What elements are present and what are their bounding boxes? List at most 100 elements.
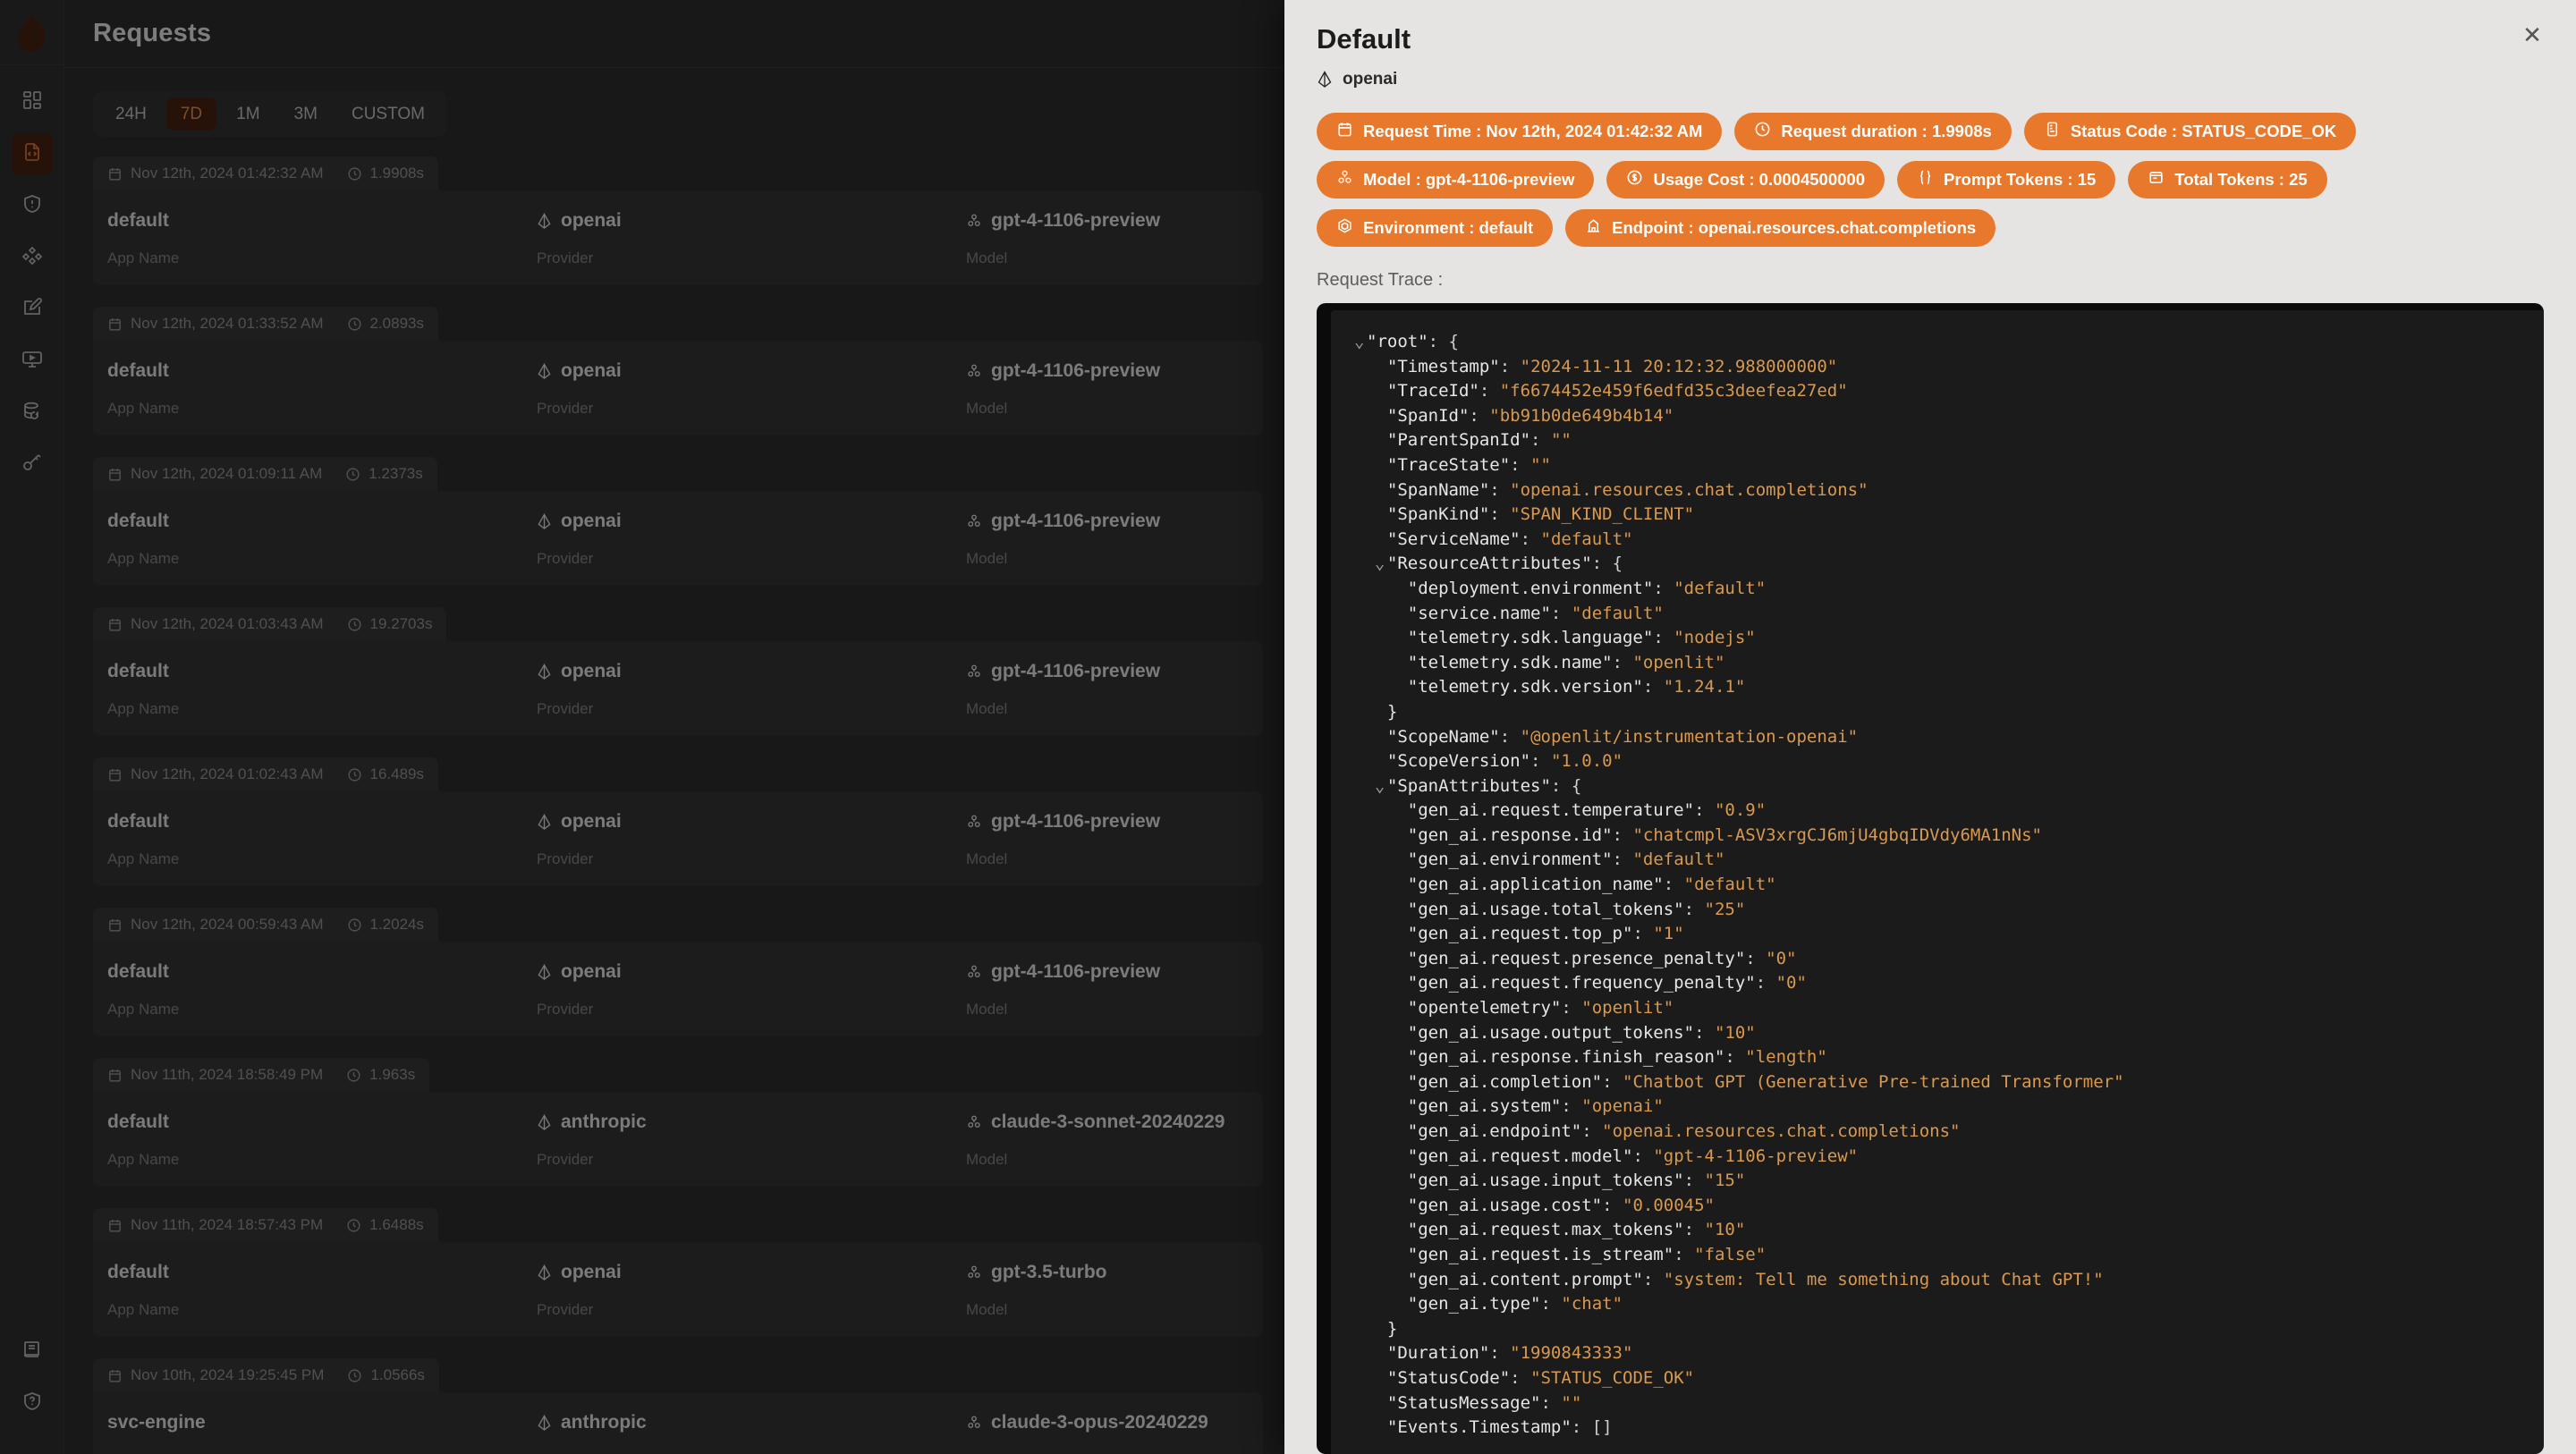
range-pill-24h[interactable]: 24H [101, 97, 161, 131]
main-content: Requests 24H 7D 1M 3M CUSTOM Nov 12th, 2024 … [64, 0, 1292, 1454]
sidebar-item-support[interactable] [12, 1382, 53, 1424]
clock-icon [346, 1218, 361, 1233]
request-card[interactable]: Nov 12th, 2024 01:09:11 AM 1.2373s default… [93, 457, 1263, 586]
request-app-name: default [107, 1112, 169, 1132]
request-body: default App Name openai Provider gpt-4-1106-… [93, 791, 1263, 886]
sidebar-item-database-config[interactable] [12, 393, 53, 434]
page-title: Requests [93, 19, 212, 47]
column-label-provider: Provider [537, 249, 594, 266]
environment-icon [1336, 217, 1353, 239]
monitor-play-icon [21, 349, 43, 375]
clock-icon [347, 317, 362, 332]
request-duration: 19.2703s [369, 615, 433, 632]
column-label-model: Model [966, 1301, 1008, 1318]
request-card[interactable]: Nov 12th, 2024 01:42:32 AM 1.9908s default… [93, 156, 1263, 285]
sidebar-item-prompt-hub[interactable] [12, 289, 53, 330]
column-label-model: Model [966, 400, 1008, 417]
sidebar-item-exceptions[interactable] [12, 185, 53, 226]
column-label-provider: Provider [537, 400, 594, 417]
openlit-droplet-logo[interactable] [9, 9, 55, 55]
request-time: Nov 11th, 2024 18:57:43 PM [131, 1216, 324, 1233]
request-meta: Nov 12th, 2024 00:59:43 AM 1.2024s [93, 908, 438, 942]
column-label-provider: Provider [537, 700, 594, 717]
request-duration: 1.9908s [369, 165, 425, 182]
provider-icon [537, 813, 552, 831]
model-icon [966, 814, 982, 830]
request-duration: 1.6488s [369, 1216, 424, 1233]
request-duration: 2.0893s [369, 315, 425, 332]
request-app-name: default [107, 511, 169, 531]
range-pill-custom[interactable]: CUSTOM [337, 97, 439, 131]
request-body: default App Name openai Provider gpt-3.5-tur… [93, 1242, 1263, 1337]
sidebar-item-dashboard[interactable] [12, 81, 53, 123]
request-meta: Nov 11th, 2024 18:57:43 PM 1.6488s [93, 1208, 438, 1242]
column-label-model: Model [966, 1151, 1008, 1168]
request-card[interactable]: Nov 12th, 2024 01:03:43 AM 19.2703s defaul… [93, 607, 1263, 736]
request-body: default App Name openai Provider gpt-4-1106-… [93, 190, 1263, 285]
sidebar-rail [0, 0, 64, 1454]
request-model: gpt-4-1106-preview [966, 511, 1249, 532]
clock-icon [347, 617, 362, 632]
request-card[interactable]: Nov 11th, 2024 18:58:49 PM 1.963s default A… [93, 1058, 1263, 1187]
calendar-icon [1336, 121, 1353, 142]
request-card[interactable]: Nov 12th, 2024 01:02:43 AM 16.489s default… [93, 757, 1263, 886]
request-provider: openai [537, 811, 966, 833]
column-label-model: Model [966, 850, 1008, 867]
range-pill-7d[interactable]: 7D [165, 97, 217, 131]
request-card[interactable]: Nov 10th, 2024 19:25:45 PM 1.0566s svc-eng… [93, 1358, 1263, 1454]
detail-badge: Request duration : 1.9908s [1734, 113, 2012, 150]
column-label-app-name: App Name [107, 249, 180, 266]
range-pill-3m[interactable]: 3M [280, 97, 332, 131]
provider-icon [537, 212, 552, 230]
sidebar-item-playground[interactable] [12, 341, 53, 382]
detail-badges: Request Time : Nov 12th, 2024 01:42:32 A… [1317, 113, 2515, 247]
calendar-icon [107, 467, 123, 482]
sidebar-item-vault[interactable] [12, 237, 53, 278]
model-icon [1336, 169, 1353, 190]
calendar-icon [107, 1368, 123, 1383]
request-card[interactable]: Nov 12th, 2024 00:59:43 AM 1.2024s default… [93, 908, 1263, 1036]
provider-icon [537, 1414, 552, 1432]
provider-icon [537, 512, 552, 530]
trace-viewer[interactable]: ⌄ "root": { "Timestamp": "2024-11-11 20:1… [1317, 303, 2544, 1454]
model-icon [966, 513, 982, 529]
detail-badge-label: Status Code : STATUS_CODE_OK [2070, 122, 2337, 140]
sidebar-item-requests[interactable] [11, 133, 53, 174]
request-card[interactable]: Nov 11th, 2024 18:57:43 PM 1.6488s default… [93, 1208, 1263, 1337]
calendar-icon [107, 317, 123, 332]
dashboard-grid-icon [21, 89, 43, 115]
detail-badge: Usage Cost : 0.0004500000 [1606, 161, 1885, 199]
detail-badge-label: Endpoint : openai.resources.chat.complet… [1612, 218, 1977, 237]
column-label-app-name: App Name [107, 1001, 180, 1018]
server-icon [2044, 121, 2061, 142]
provider-icon [1317, 71, 1333, 89]
request-body: default App Name anthropic Provider claude-3… [93, 1092, 1263, 1187]
time-range-filter[interactable]: 24H 7D 1M 3M CUSTOM [93, 91, 447, 137]
database-refresh-icon [21, 401, 43, 427]
request-card[interactable]: Nov 12th, 2024 01:33:52 AM 2.0893s default… [93, 307, 1263, 435]
braces-icon [1917, 169, 1934, 190]
top-bar: Requests [64, 0, 1292, 68]
request-body: default App Name openai Provider gpt-4-1106-… [93, 641, 1263, 736]
requests-list: Nov 12th, 2024 01:42:32 AM 1.9908s default… [93, 156, 1263, 1454]
book-icon [21, 1339, 43, 1365]
model-icon [966, 1264, 982, 1281]
column-label-model: Model [966, 249, 1008, 266]
dollar-icon [1626, 169, 1643, 190]
request-app-name: default [107, 360, 169, 381]
close-icon[interactable]: ✕ [2517, 20, 2547, 50]
request-duration: 1.2373s [369, 465, 423, 482]
detail-badge: Status Code : STATUS_CODE_OK [2023, 113, 2357, 150]
shield-question-icon [21, 1391, 43, 1416]
sidebar-item-api-keys[interactable] [12, 444, 53, 486]
detail-badge-label: Total Tokens : 25 [2174, 170, 2308, 189]
detail-badge: Request Time : Nov 12th, 2024 01:42:32 A… [1317, 113, 1723, 150]
calendar-icon [107, 1068, 123, 1083]
range-pill-1m[interactable]: 1M [222, 97, 274, 131]
detail-badge: Total Tokens : 25 [2128, 161, 2327, 199]
sidebar-item-documentation[interactable] [12, 1331, 53, 1372]
column-label-model: Model [966, 550, 1008, 567]
request-duration: 1.2024s [369, 916, 425, 933]
detail-badge: Model : gpt-4-1106-preview [1317, 161, 1595, 199]
request-provider: anthropic [537, 1412, 966, 1433]
